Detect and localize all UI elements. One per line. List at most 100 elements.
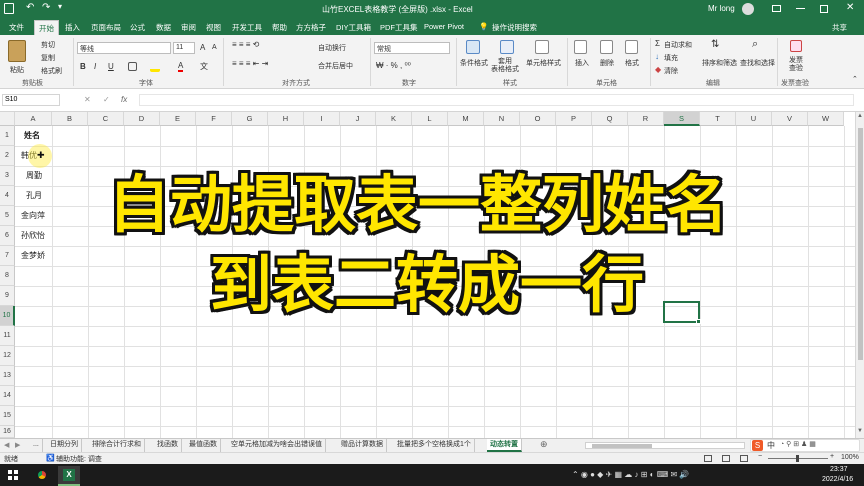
column-header[interactable]: P	[556, 112, 592, 126]
ribbon-display-icon[interactable]	[772, 5, 781, 12]
excel-icon[interactable]: X	[63, 469, 75, 481]
next-sheet-icon[interactable]: ▶	[15, 441, 20, 449]
clear-button[interactable]: 清除	[664, 66, 678, 76]
fill-color-icon[interactable]	[150, 61, 160, 72]
delete-cells-icon[interactable]	[600, 40, 613, 54]
sogou-icon[interactable]: S	[752, 440, 763, 451]
shrink-font-button[interactable]: A	[212, 44, 217, 51]
column-header[interactable]: T	[700, 112, 736, 126]
sheet-tab[interactable]: 空单元格加减为啥会出错误值	[228, 439, 326, 452]
zoom-in-icon[interactable]: +	[830, 453, 834, 460]
ime-mode-label[interactable]: 中	[767, 440, 775, 451]
paste-icon[interactable]	[8, 40, 26, 62]
cell-a7[interactable]: 金梦娇	[21, 250, 45, 261]
tab-review[interactable]: 审阅	[181, 22, 196, 33]
align-top-icon[interactable]: ≡ ≡ ≡ ⟲	[232, 40, 259, 49]
tab-data[interactable]: 数据	[156, 22, 171, 33]
tab-view[interactable]: 视图	[206, 22, 221, 33]
add-sheet-icon[interactable]: ⊕	[540, 439, 548, 450]
tab-developer[interactable]: 开发工具	[232, 22, 262, 33]
row-header[interactable]: 13	[0, 366, 15, 386]
sheet-tab[interactable]: 排除合计行求和	[89, 439, 145, 452]
selected-cell[interactable]	[663, 301, 700, 323]
sheet-tab[interactable]: 批量把多个空格换成1个	[394, 439, 475, 452]
close-icon[interactable]: ✕	[846, 2, 854, 13]
column-header[interactable]: J	[340, 112, 376, 126]
format-as-table-button[interactable]: 套用 表格格式	[491, 58, 519, 74]
font-size-select[interactable]: 11	[173, 42, 195, 54]
accessibility-status[interactable]: 辅助功能: 调查	[56, 454, 102, 464]
italic-button[interactable]: I	[94, 62, 96, 71]
collapse-ribbon-icon[interactable]: ⌃	[852, 75, 858, 83]
row-header[interactable]: 16	[0, 426, 15, 438]
format-cells-button[interactable]: 格式	[625, 58, 639, 68]
horizontal-scroll-thumb[interactable]	[592, 444, 652, 448]
undo-icon[interactable]: ↶	[26, 2, 34, 13]
row-header[interactable]: 1	[0, 126, 15, 146]
quick-access-dropdown-icon[interactable]: ▾	[58, 2, 62, 11]
row-header[interactable]: 15	[0, 406, 15, 426]
number-format-select[interactable]: 常规	[374, 42, 450, 54]
minimize-icon[interactable]	[796, 8, 805, 9]
column-header[interactable]: D	[124, 112, 160, 126]
column-header[interactable]: B	[52, 112, 88, 126]
column-header[interactable]: V	[772, 112, 808, 126]
sheet-tab-more[interactable]: ...	[30, 439, 43, 452]
view-page-layout-icon[interactable]	[722, 455, 730, 462]
tab-file[interactable]: 文件	[9, 22, 24, 33]
format-cells-icon[interactable]	[625, 40, 638, 54]
maximize-icon[interactable]	[820, 5, 828, 13]
row-header[interactable]: 7	[0, 246, 15, 266]
column-header[interactable]: O	[520, 112, 556, 126]
column-header[interactable]: M	[448, 112, 484, 126]
wrap-text-button[interactable]: 自动换行	[318, 43, 346, 53]
column-header[interactable]: H	[268, 112, 304, 126]
clock-time[interactable]: 23:37	[830, 466, 848, 473]
merge-center-button[interactable]: 合并后居中	[318, 61, 353, 71]
sheet-tab[interactable]: 赠品计算数据	[338, 439, 387, 452]
autosum-button[interactable]: 自动求和	[664, 40, 692, 50]
conditional-format-icon[interactable]	[466, 40, 480, 54]
delete-cells-button[interactable]: 删除	[600, 58, 614, 68]
insert-cells-button[interactable]: 插入	[575, 58, 589, 68]
tab-pdf[interactable]: PDF工具集	[380, 22, 418, 33]
sheet-tab[interactable]: 最值函数	[186, 439, 221, 452]
fill-handle[interactable]	[696, 319, 701, 324]
row-header[interactable]: 6	[0, 226, 15, 246]
view-normal-icon[interactable]	[704, 455, 712, 462]
fill-icon[interactable]: ↓	[655, 52, 659, 61]
vertical-scrollbar[interactable]: ▲ ▼	[855, 112, 864, 438]
tell-me-search[interactable]: 操作说明搜索	[492, 22, 537, 33]
horizontal-scrollbar[interactable]	[585, 442, 745, 449]
cell-a6[interactable]: 孙欣怡	[21, 230, 45, 241]
cell-a5[interactable]: 金向萍	[21, 210, 45, 221]
find-select-icon[interactable]: ⌕	[752, 38, 758, 51]
cell-a4[interactable]: 孔月	[26, 190, 42, 201]
worksheet-grid[interactable]: A B C D E F G H I J K L M N O P Q R S T …	[0, 112, 855, 438]
cell-styles-button[interactable]: 单元格样式	[526, 58, 561, 68]
formula-input[interactable]	[139, 94, 854, 106]
chrome-icon[interactable]	[36, 469, 48, 481]
avatar[interactable]	[742, 3, 754, 15]
sort-filter-icon[interactable]: ⇅	[711, 39, 719, 50]
phonetic-icon[interactable]: 文	[200, 61, 208, 72]
tray-icons[interactable]: ⌃ ◉ ● ◆ ✈ ▦ ☁ ♪ ⊞ ◐ ⌨ ✉ 🔊	[572, 470, 689, 479]
redo-icon[interactable]: ↷	[42, 2, 50, 13]
column-header[interactable]: F	[196, 112, 232, 126]
view-page-break-icon[interactable]	[740, 455, 748, 462]
column-header[interactable]: I	[304, 112, 340, 126]
zoom-level[interactable]: 100%	[841, 454, 859, 461]
scroll-down-icon[interactable]: ▼	[857, 428, 863, 434]
currency-icon[interactable]: ₩ · % , ⁰⁰	[376, 61, 411, 70]
conditional-format-button[interactable]: 条件格式	[460, 58, 488, 68]
underline-button[interactable]: U	[108, 62, 114, 71]
tab-page-layout[interactable]: 页面布局	[91, 22, 121, 33]
column-header-selected[interactable]: S	[664, 112, 700, 126]
clock-date[interactable]: 2022/4/16	[822, 476, 853, 483]
scroll-up-icon[interactable]: ▲	[857, 113, 863, 119]
autosum-icon[interactable]: Σ	[655, 39, 660, 48]
invoice-check-button[interactable]: 发票 查验	[789, 57, 803, 73]
windows-start-icon[interactable]	[8, 470, 18, 480]
cell-a1-header[interactable]: 姓名	[24, 130, 40, 141]
column-header[interactable]: N	[484, 112, 520, 126]
